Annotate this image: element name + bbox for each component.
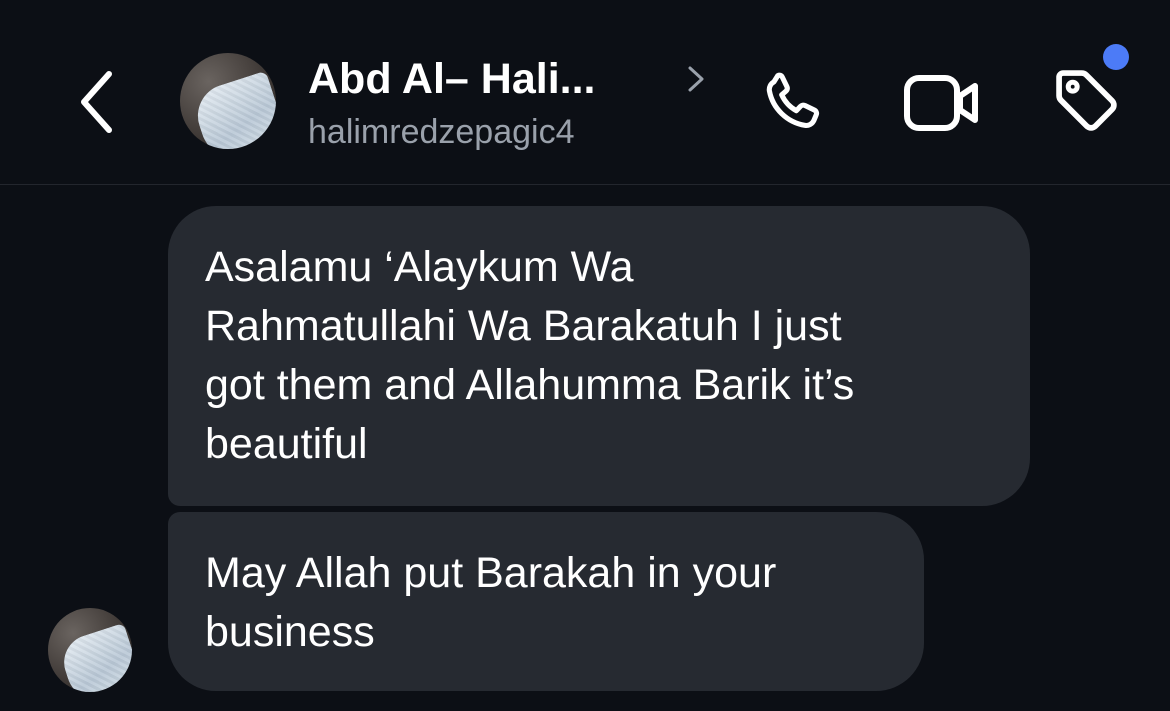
- tag-icon: [1056, 70, 1117, 131]
- notification-dot: [1103, 44, 1129, 70]
- back-button[interactable]: [66, 62, 126, 142]
- chat-screen: Abd Al– Hali... halimredzepagic4 Asalamu…: [0, 0, 1170, 711]
- chevron-left-icon: [81, 71, 112, 133]
- contact-title[interactable]: Abd Al– Hali... halimredzepagic4: [308, 54, 728, 152]
- message-bubble[interactable]: Asalamu ‘Alaykum Wa Rahmatullahi Wa Bara…: [168, 206, 1030, 506]
- tag-button[interactable]: [1040, 58, 1132, 142]
- message-bubble[interactable]: May Allah put Barakah in your business: [168, 512, 924, 691]
- chat-header: Abd Al– Hali... halimredzepagic4: [0, 0, 1170, 185]
- contact-name: Abd Al– Hali...: [308, 55, 596, 103]
- contact-handle: halimredzepagic4: [308, 113, 575, 151]
- sender-avatar[interactable]: [48, 608, 132, 692]
- contact-avatar[interactable]: [180, 53, 276, 149]
- video-camera-icon: [904, 75, 978, 131]
- chevron-right-icon: [688, 66, 704, 92]
- video-call-button[interactable]: [896, 62, 988, 142]
- phone-icon: [766, 72, 820, 129]
- call-button[interactable]: [752, 62, 836, 142]
